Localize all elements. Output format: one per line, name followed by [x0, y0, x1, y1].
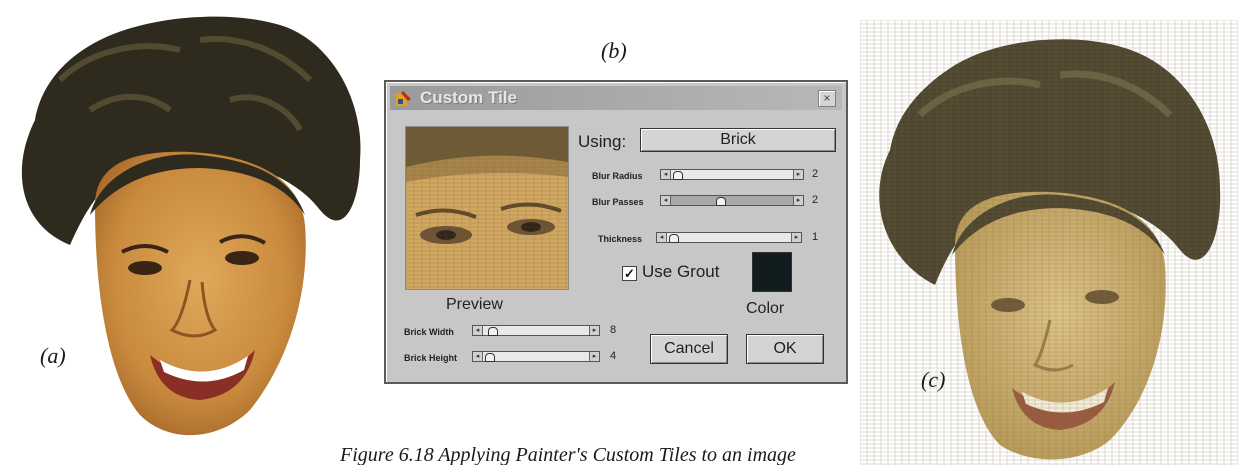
painter-app-icon — [396, 91, 411, 106]
slider-thumb[interactable] — [669, 234, 679, 243]
ok-button[interactable]: OK — [746, 334, 824, 364]
figure-label-b: (b) — [601, 38, 627, 63]
cancel-button[interactable]: Cancel — [650, 334, 728, 364]
slider-right-arrow-icon[interactable]: ▸ — [793, 196, 803, 205]
using-brick-button[interactable]: Brick — [640, 128, 836, 152]
face-photo-original — [21, 16, 361, 436]
slider-left-arrow-icon[interactable]: ◂ — [661, 196, 671, 205]
slider-right-arrow-icon[interactable]: ▸ — [791, 233, 801, 242]
color-label: Color — [746, 300, 785, 317]
using-label: Using: — [578, 132, 627, 151]
use-grout-checkbox[interactable]: ✓ — [622, 266, 637, 281]
slider-thumb[interactable] — [673, 171, 683, 180]
blur-passes-label: Blur Passes — [592, 197, 644, 207]
close-button[interactable]: × — [818, 90, 836, 107]
blur-radius-slider[interactable]: ◂ ▸ — [660, 169, 804, 180]
blur-radius-value: 2 — [812, 168, 819, 180]
brick-height-slider[interactable]: ◂ ▸ — [472, 351, 600, 362]
blur-passes-value: 2 — [812, 194, 819, 206]
thickness-slider[interactable]: ◂ ▸ — [656, 232, 802, 243]
slider-right-arrow-icon[interactable]: ▸ — [793, 170, 803, 179]
slider-thumb[interactable] — [488, 327, 498, 336]
slider-left-arrow-icon[interactable]: ◂ — [661, 170, 671, 179]
brick-height-value: 4 — [610, 350, 617, 362]
thickness-value: 1 — [812, 231, 819, 243]
grout-color-swatch[interactable] — [752, 252, 792, 292]
slider-thumb[interactable] — [716, 197, 726, 206]
custom-tile-dialog: Custom Tile × Preview Using: Brick Blur … — [384, 80, 848, 384]
slider-left-arrow-icon[interactable]: ◂ — [473, 352, 483, 361]
title-bar[interactable]: Custom Tile × — [390, 86, 842, 110]
figure-caption: Figure 6.18 Applying Painter's Custom Ti… — [340, 444, 796, 465]
brick-height-label: Brick Height — [404, 353, 458, 363]
preview-image — [405, 126, 569, 290]
blur-passes-slider[interactable]: ◂ ▸ — [660, 195, 804, 206]
use-grout-label: Use Grout — [642, 262, 720, 281]
slider-left-arrow-icon[interactable]: ◂ — [657, 233, 667, 242]
blur-radius-label: Blur Radius — [592, 171, 643, 181]
brick-width-label: Brick Width — [404, 327, 454, 337]
figure-label-a: (a) — [40, 343, 66, 368]
brick-width-slider[interactable]: ◂ ▸ — [472, 325, 600, 336]
face-photo-tiled — [860, 20, 1238, 465]
preview-label: Preview — [446, 296, 503, 313]
slider-left-arrow-icon[interactable]: ◂ — [473, 326, 483, 335]
figure-label-c: (c) — [921, 367, 946, 392]
slider-thumb[interactable] — [485, 353, 495, 362]
slider-right-arrow-icon[interactable]: ▸ — [589, 326, 599, 335]
thickness-label: Thickness — [598, 234, 643, 244]
slider-right-arrow-icon[interactable]: ▸ — [589, 352, 599, 361]
brick-width-value: 8 — [610, 324, 617, 336]
dialog-title: Custom Tile — [420, 88, 517, 107]
